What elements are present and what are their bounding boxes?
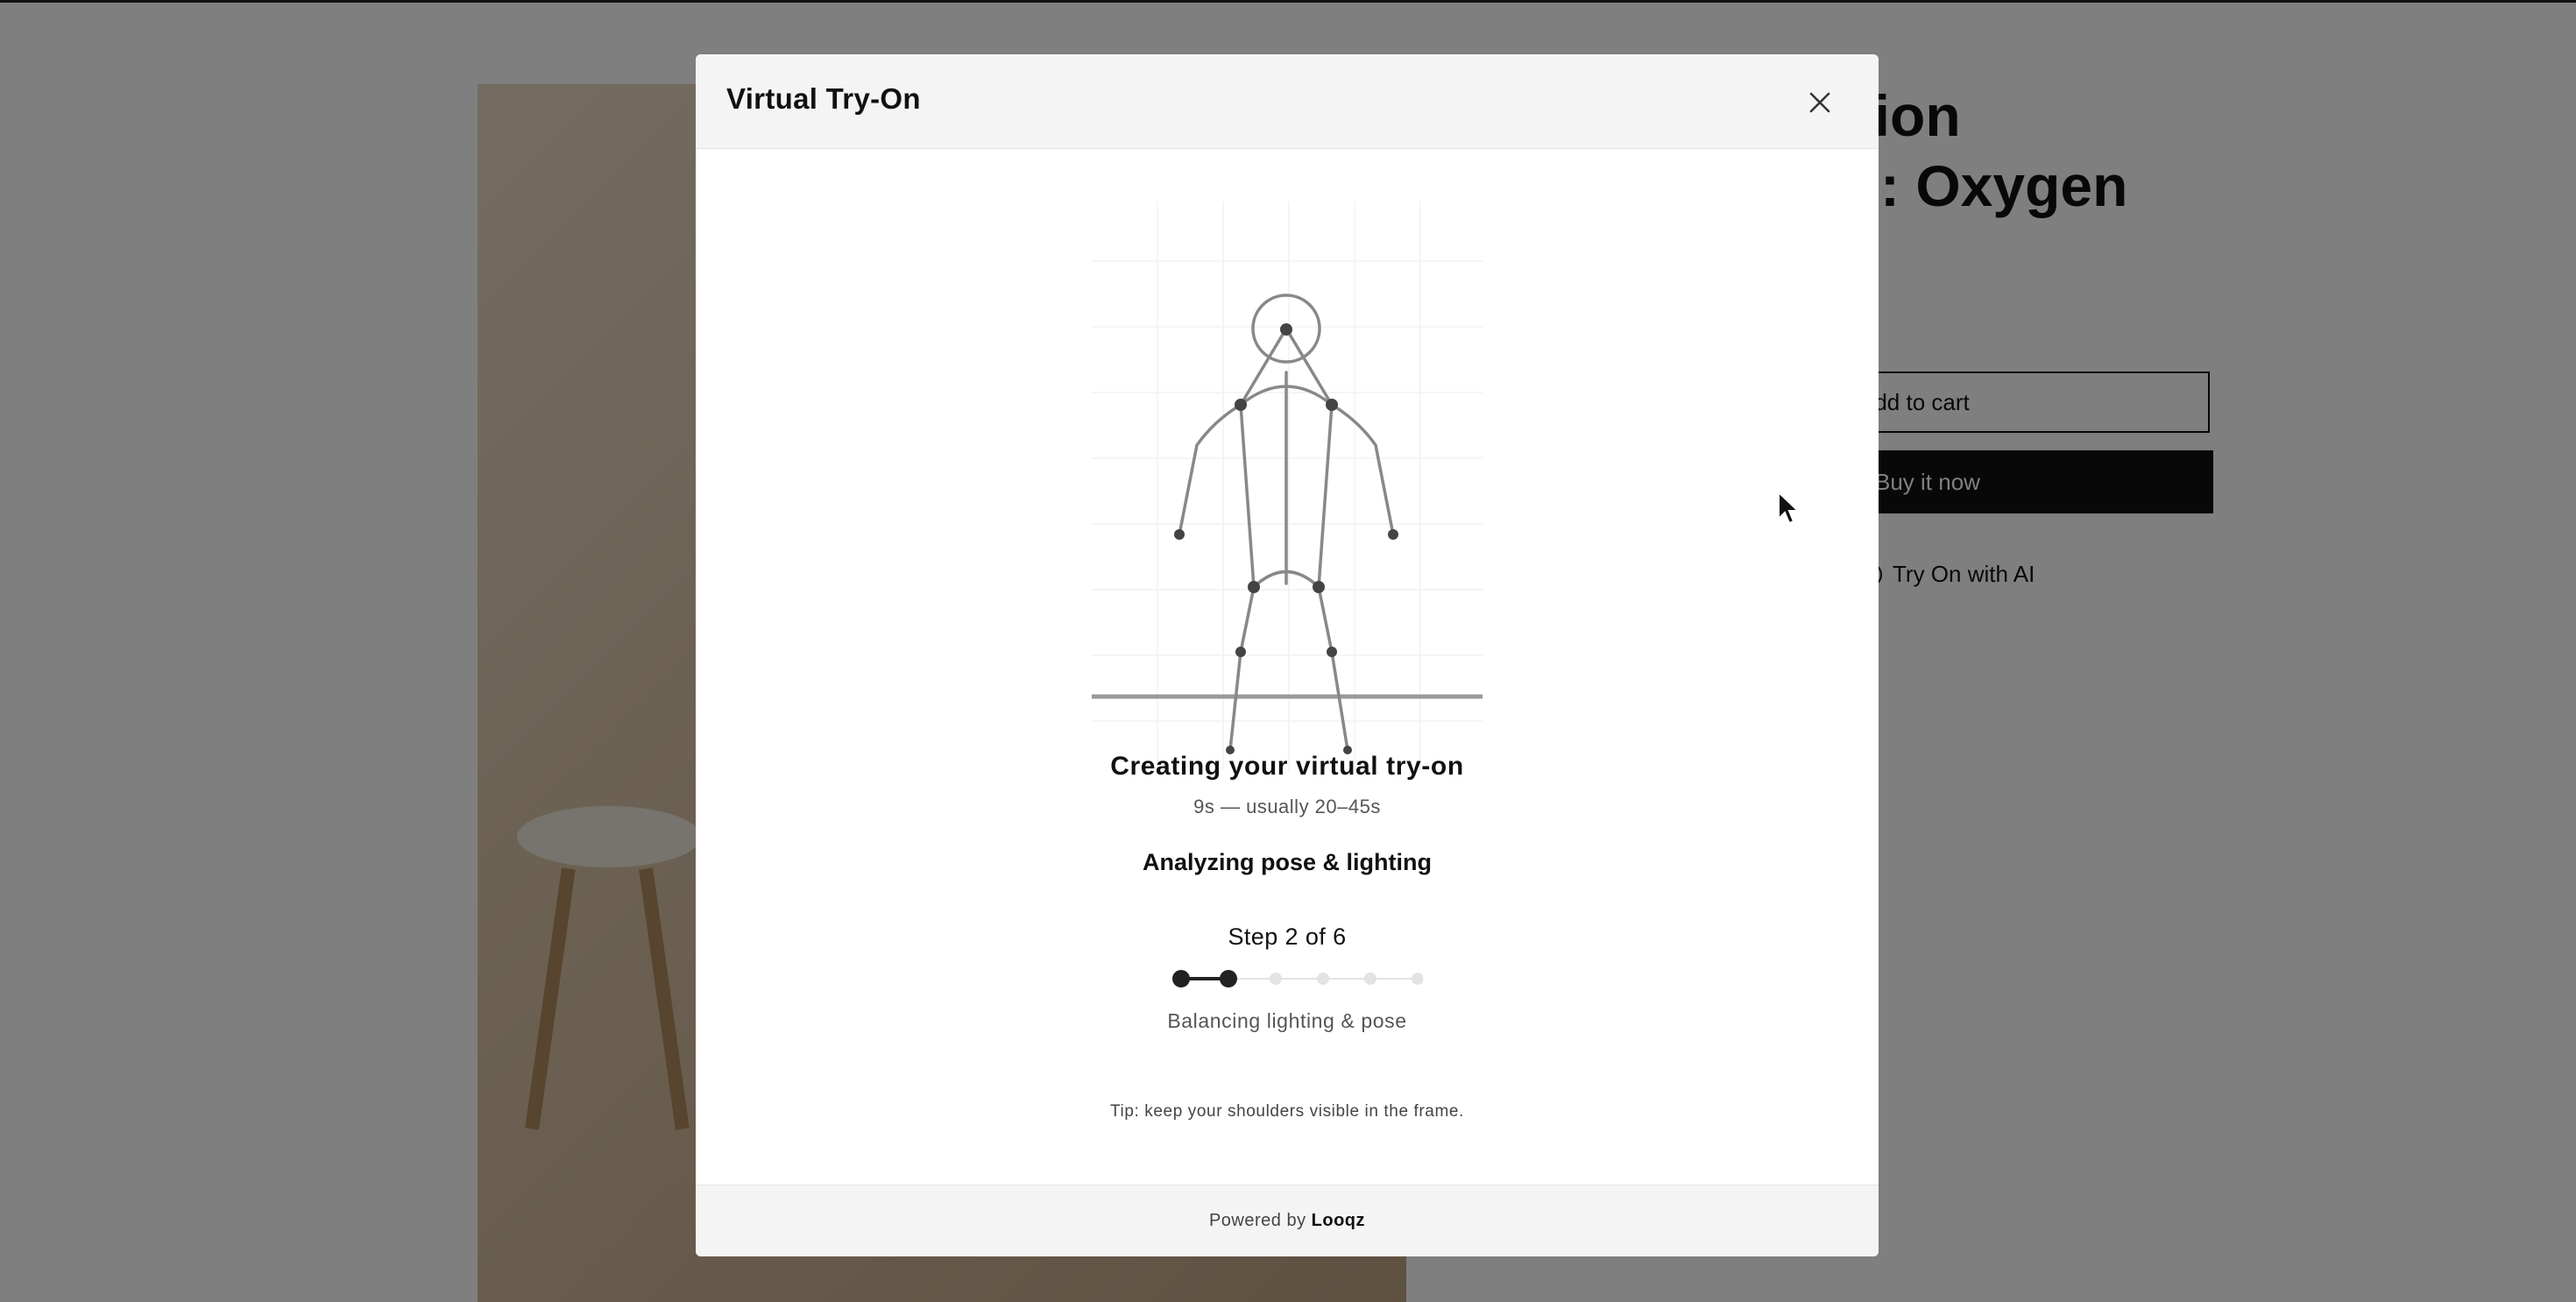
right-arm xyxy=(1330,403,1395,536)
progress-step-dot xyxy=(1317,973,1329,985)
close-icon xyxy=(1809,92,1830,113)
left-arm xyxy=(1178,403,1242,536)
left-body-line xyxy=(1239,403,1256,589)
progress-step-dot xyxy=(1412,973,1423,985)
right-leg xyxy=(1317,585,1349,752)
close-button[interactable] xyxy=(1798,81,1842,124)
powered-by-text: Powered by xyxy=(1208,1211,1306,1230)
pose-skeleton-illustration xyxy=(1092,202,1483,771)
progress-headline: Creating your virtual try-on xyxy=(1110,752,1464,781)
progress-step-dot xyxy=(1220,970,1237,987)
modal-header: Virtual Try-On xyxy=(696,54,1879,149)
current-phase: Analyzing pose & lighting xyxy=(1143,849,1432,875)
progress-step-dot xyxy=(1270,973,1282,985)
modal-title: Virtual Try-On xyxy=(726,82,921,115)
modal-footer: Powered by Looqz xyxy=(696,1185,1879,1256)
brand-name: Looqz xyxy=(1311,1211,1366,1230)
step-progress-indicator xyxy=(1172,970,1423,987)
right-body-line xyxy=(1317,403,1334,589)
mouse-cursor-icon xyxy=(1778,491,1800,525)
step-counter: Step 2 of 6 xyxy=(1228,923,1347,950)
step-label: Balancing lighting & pose xyxy=(1167,1009,1407,1032)
elapsed-time: 9s — usually 20–45s xyxy=(1193,796,1381,817)
tip-text: Tip: keep your shoulders visible in the … xyxy=(1110,1102,1464,1121)
left-leg xyxy=(1228,585,1256,752)
progress-step-dot xyxy=(1364,973,1376,985)
virtual-try-on-modal: Virtual Try-On Creating your virtual try… xyxy=(696,54,1879,1256)
progress-step-dot xyxy=(1172,970,1190,987)
